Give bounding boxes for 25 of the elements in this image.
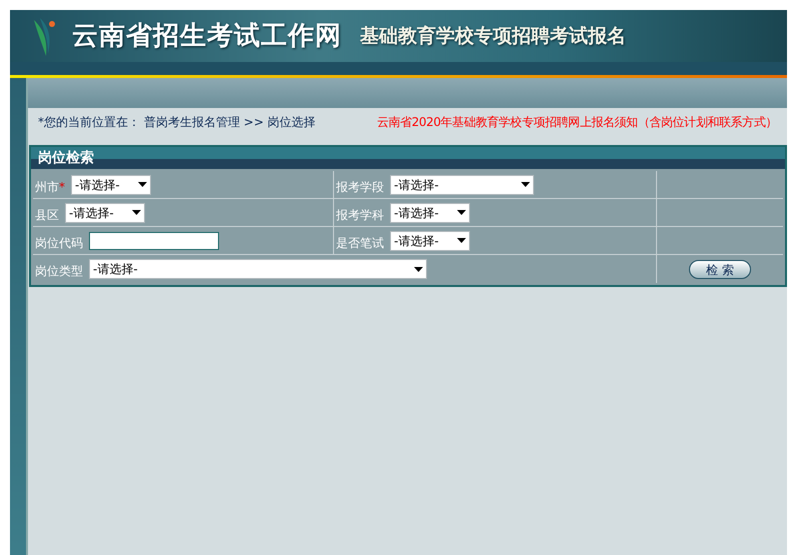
field-label: 报考学科 (336, 206, 384, 224)
field-label: 州市* (35, 178, 65, 196)
panel-title: 岗位检索 (38, 148, 94, 168)
select-field[interactable]: -请选择- (89, 259, 427, 279)
input-field[interactable] (89, 232, 219, 250)
select-field[interactable]: -请选择- (71, 174, 151, 194)
caret-icon (132, 210, 141, 215)
caret-icon (138, 182, 147, 187)
field-label: 是否笔试 (336, 234, 384, 252)
caret-icon (457, 238, 466, 243)
page-subtitle: 基础教育学校专项招聘考试报名 (360, 24, 626, 49)
field-label: 岗位类型 (35, 263, 83, 280)
caret-icon (457, 210, 466, 215)
select-field[interactable]: -请选择- (390, 174, 534, 194)
field-label: 岗位代码 (35, 234, 83, 252)
site-title: 云南省招生考试工作网 (72, 20, 342, 52)
caret-icon (521, 182, 530, 187)
select-field[interactable]: -请选择- (390, 230, 470, 250)
select-field[interactable]: -请选择- (390, 202, 470, 222)
select-field[interactable]: -请选择- (65, 202, 145, 222)
field-label: 县区 (35, 206, 59, 224)
breadcrumb: *您的当前位置在： 普岗考生报名管理 >> 岗位选择 (38, 114, 316, 131)
caret-icon (414, 266, 423, 272)
search-button[interactable]: 检 索 (689, 260, 751, 278)
field-label: 报考学段 (336, 178, 384, 196)
